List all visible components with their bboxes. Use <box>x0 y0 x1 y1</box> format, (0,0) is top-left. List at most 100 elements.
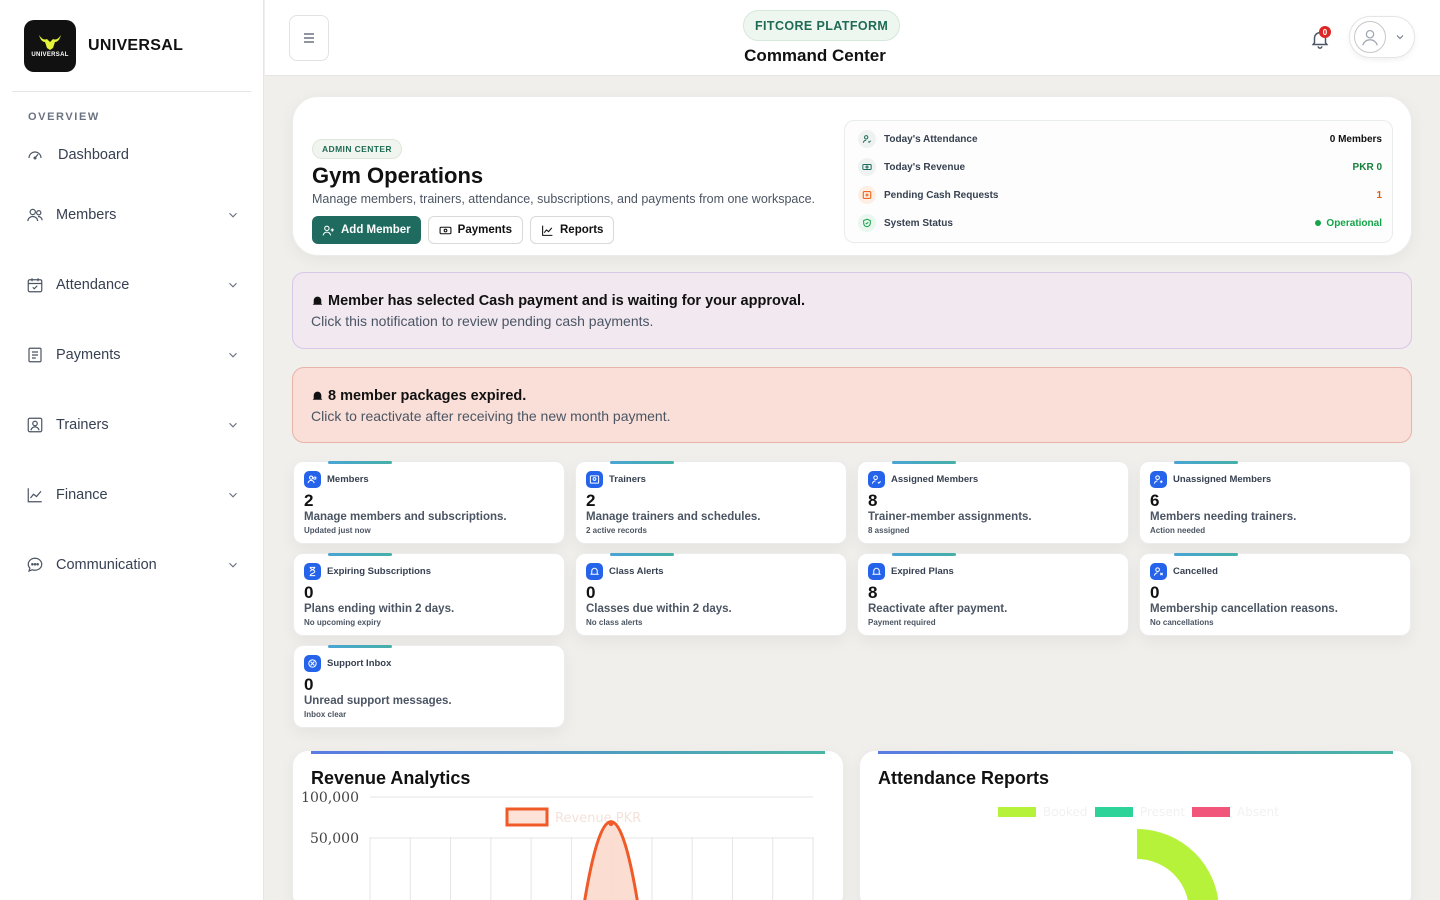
card-description: Manage trainers and schedules. <box>586 511 761 523</box>
menu-toggle-button[interactable] <box>289 15 329 61</box>
stat-card-expiring-subscriptions[interactable]: Expiring Subscriptions 0 Plans ending with… <box>293 553 565 636</box>
stat-card-support-inbox[interactable]: Support Inbox 0 Unread support messages. In… <box>293 645 565 728</box>
user-menu-button[interactable] <box>1349 16 1415 58</box>
stat-label: System Status <box>884 217 953 229</box>
stat-label: Today's Attendance <box>884 133 978 145</box>
card-header: Trainers <box>586 471 836 488</box>
legend-label-absent: Absent <box>1237 805 1279 819</box>
card-description: Manage members and subscriptions. <box>304 511 507 523</box>
brand-name: UNIVERSAL <box>88 36 184 54</box>
page-title: Command Center <box>744 46 886 65</box>
brand[interactable]: UNIVERSAL UNIVERSAL <box>12 0 251 92</box>
users-icon <box>24 204 46 226</box>
card-accent-bar <box>892 461 956 464</box>
user-check-icon <box>858 130 876 148</box>
card-meta: 2 active records <box>586 526 647 535</box>
reports-button[interactable]: Reports <box>530 216 615 244</box>
card-meta: Payment required <box>868 618 936 627</box>
sidebar-item-trainers[interactable]: Trainers <box>24 412 240 438</box>
notification-title: Member has selected Cash payment and is … <box>311 293 1393 309</box>
line-chart-icon <box>542 225 553 236</box>
bell-icon <box>312 296 323 306</box>
receipt-icon <box>24 344 46 366</box>
sidebar-item-dashboard[interactable]: Dashboard <box>24 142 240 168</box>
stat-card-expired-plans[interactable]: Expired Plans 8 Reactivate after payment. P… <box>857 553 1129 636</box>
attendance-reports-panel: Attendance Reports Booked Present Absent <box>859 750 1412 900</box>
payments-button[interactable]: Payments <box>427 216 523 244</box>
sidebar-item-finance[interactable]: Finance <box>24 482 240 508</box>
chevron-down-icon <box>1396 35 1404 40</box>
expired-packages-notification[interactable]: 8 member packages expired. Click to reac… <box>292 367 1412 443</box>
card-header: Support Inbox <box>304 655 554 672</box>
cash-approval-notification[interactable]: Member has selected Cash payment and is … <box>292 272 1412 349</box>
card-value: 2 <box>586 491 596 510</box>
user-plus-icon <box>1150 471 1167 488</box>
stat-card-trainers[interactable]: Trainers 2 Manage trainers and schedules. 2… <box>575 461 847 544</box>
card-accent-bar <box>1174 461 1238 464</box>
cash-icon <box>439 226 452 234</box>
sidebar-item-payments[interactable]: Payments <box>24 342 240 368</box>
card-accent-bar <box>892 553 956 556</box>
card-header: Class Alerts <box>586 563 836 580</box>
card-title: Members <box>327 474 369 485</box>
card-description: Plans ending within 2 days. <box>304 603 455 615</box>
add-member-label: Add Member <box>341 224 411 236</box>
hourglass-icon <box>304 563 321 580</box>
revenue-point <box>608 821 614 827</box>
card-description: Members needing trainers. <box>1150 511 1297 523</box>
card-meta: No upcoming expiry <box>304 618 381 627</box>
gauge-icon <box>24 144 46 166</box>
legend-label-revenue: Revenue PKR <box>555 811 641 826</box>
sidebar-item-communication[interactable]: Communication <box>24 552 240 578</box>
stat-value: 1 <box>1376 189 1382 201</box>
shield-icon <box>858 214 876 232</box>
stat-card-cancelled[interactable]: Cancelled 0 Membership cancellation reason… <box>1139 553 1411 636</box>
card-value: 0 <box>304 675 314 694</box>
revenue-analytics-panel: Revenue Analytics Revenue PKR 100,000 50,0… <box>292 750 844 900</box>
line-chart-icon <box>24 484 46 506</box>
add-member-button[interactable]: Add Member <box>312 216 421 244</box>
user-check-icon <box>868 471 885 488</box>
stat-card-class-alerts[interactable]: Class Alerts 0 Classes due within 2 days. N… <box>575 553 847 636</box>
card-title: Assigned Members <box>891 474 979 485</box>
card-accent-bar <box>328 553 392 556</box>
bell-icon <box>868 563 885 580</box>
card-meta: Action needed <box>1150 526 1206 535</box>
card-meta: Inbox clear <box>304 710 347 719</box>
donut-slice-booked <box>1137 829 1219 900</box>
card-header: Assigned Members <box>868 471 1118 488</box>
card-header: Expired Plans <box>868 563 1118 580</box>
sidebar-item-label: Attendance <box>56 277 130 293</box>
notification-title: 8 member packages expired. <box>311 388 1393 404</box>
top-bar: FITCORE PLATFORM Command Center 0 <box>265 0 1440 76</box>
sidebar-item-attendance[interactable]: Attendance <box>24 272 240 298</box>
legend-swatch-booked <box>998 807 1036 817</box>
notification-title-text: 8 member packages expired. <box>328 388 527 404</box>
stat-card-unassigned-members[interactable]: Unassigned Members 6 Members needing train… <box>1139 461 1411 544</box>
sidebar-item-label: Trainers <box>56 417 109 433</box>
stat-card-assigned-members[interactable]: Assigned Members 8 Trainer-member assignme… <box>857 461 1129 544</box>
admin-center-badge: ADMIN CENTER <box>312 139 402 159</box>
card-accent-bar <box>1174 553 1238 556</box>
stat-label: Today's Revenue <box>884 161 966 173</box>
chevron-down-icon <box>229 422 237 428</box>
chevron-down-icon <box>229 492 237 498</box>
card-value: 8 <box>868 583 878 602</box>
legend-swatch-present <box>1095 807 1133 817</box>
hero-title: Gym Operations <box>312 163 484 188</box>
brand-logo: UNIVERSAL <box>24 19 76 72</box>
card-title: Support Inbox <box>327 658 392 669</box>
bell-icon <box>586 563 603 580</box>
stat-card-members[interactable]: Members 2 Manage members and subscriptions… <box>293 461 565 544</box>
card-description: Membership cancellation reasons. <box>1150 603 1338 615</box>
card-title: Unassigned Members <box>1173 474 1272 485</box>
card-description: Trainer-member assignments. <box>868 511 1032 523</box>
card-meta: No class alerts <box>586 618 643 627</box>
sidebar-item-members[interactable]: Members <box>24 202 240 228</box>
users-icon <box>304 471 321 488</box>
card-value: 2 <box>304 491 314 510</box>
user-icon <box>1362 29 1378 46</box>
notification-text: Click to reactivate after receiving the … <box>311 408 671 424</box>
sidebar-item-label: Communication <box>56 557 157 573</box>
card-header: Cancelled <box>1150 563 1400 580</box>
